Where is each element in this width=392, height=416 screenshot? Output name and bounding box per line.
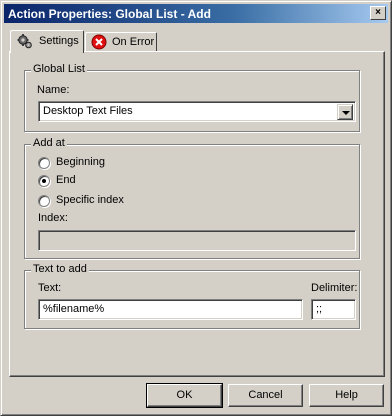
tab-panel-settings: Global List Name: Desktop Text Files Add… (9, 51, 385, 377)
delimiter-input[interactable]: ;; (311, 299, 356, 320)
delimiter-input-value: ;; (316, 303, 323, 315)
tab-settings[interactable]: Settings (10, 30, 84, 53)
tab-settings-label: Settings (39, 35, 79, 47)
text-input-value: %filename% (43, 303, 105, 315)
group-title-global-list: Global List (31, 63, 87, 75)
chevron-down-icon[interactable] (337, 104, 353, 120)
radio-end-label[interactable]: End (56, 174, 76, 186)
radio-beginning[interactable] (38, 157, 50, 169)
delimiter-label: Delimiter: (311, 282, 358, 294)
tab-on-error-label: On Error (112, 36, 155, 48)
window-title: Action Properties: Global List - Add (8, 7, 211, 21)
gears-icon (17, 33, 33, 49)
text-input[interactable]: %filename% (38, 299, 303, 320)
index-label: Index: (38, 212, 68, 224)
ok-button[interactable]: OK (146, 383, 223, 408)
text-label: Text: (38, 282, 62, 294)
help-button[interactable]: Help (309, 384, 384, 407)
name-label: Name: (37, 84, 70, 96)
group-title-text-to-add: Text to add (31, 263, 89, 275)
group-title-add-at: Add at (31, 137, 67, 149)
radio-beginning-label[interactable]: Beginning (56, 156, 105, 168)
text-to-add-group: Text to add Text: %filename% Delimiter: … (24, 263, 360, 329)
tab-on-error[interactable]: On Error (85, 32, 157, 52)
name-dropdown-value: Desktop Text Files (43, 105, 133, 117)
radio-end[interactable] (38, 175, 50, 187)
name-dropdown[interactable]: Desktop Text Files (38, 101, 356, 122)
radio-specific-index[interactable] (38, 195, 50, 207)
title-bar[interactable]: Action Properties: Global List - Add × (4, 4, 388, 23)
add-at-group: Add at Beginning End Specific index Inde… (24, 137, 360, 259)
error-icon (91, 34, 107, 50)
cancel-button[interactable]: Cancel (228, 384, 303, 407)
close-button[interactable]: × (370, 6, 386, 20)
global-list-group: Global List Name: Desktop Text Files (24, 63, 360, 132)
index-field[interactable] (38, 230, 356, 251)
radio-specific-index-label[interactable]: Specific index (56, 194, 124, 206)
dialog-window: Action Properties: Global List - Add × S… (0, 0, 392, 416)
